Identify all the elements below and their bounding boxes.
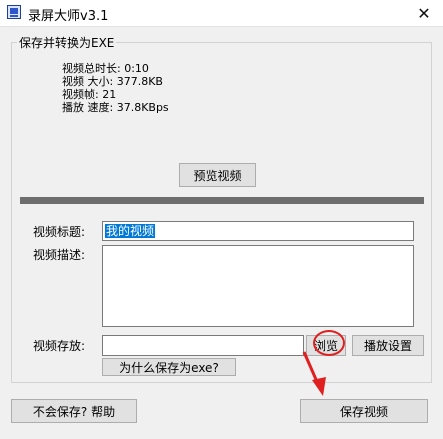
- description-textarea[interactable]: [102, 245, 414, 327]
- close-button[interactable]: ✕: [405, 0, 443, 26]
- playback-speed: 播放 速度: 37.8KBps: [62, 101, 169, 114]
- title-input-value: 我的视频: [105, 224, 156, 238]
- app-icon: [7, 5, 21, 19]
- separator-bar: [20, 197, 424, 204]
- title-input[interactable]: 我的视频: [102, 221, 414, 241]
- why-save-exe-button[interactable]: 为什么保存为exe?: [102, 358, 236, 376]
- save-path-input[interactable]: [102, 335, 304, 356]
- group-title: 保存并转换为EXE: [17, 34, 117, 51]
- description-label: 视频描述:: [33, 248, 86, 262]
- video-frames: 视频帧: 21: [62, 88, 117, 101]
- video-size: 视频 大小: 377.8KB: [62, 75, 163, 88]
- path-label: 视频存放:: [33, 339, 86, 353]
- playback-settings-button[interactable]: 播放设置: [352, 335, 424, 356]
- title-label: 视频标题:: [33, 225, 86, 239]
- video-duration: 视频总时长: 0:10: [62, 62, 149, 75]
- preview-video-button[interactable]: 预览视频: [179, 163, 256, 187]
- save-video-button[interactable]: 保存视频: [300, 399, 428, 423]
- window-title: 录屏大师v3.1: [28, 9, 109, 24]
- help-button[interactable]: 不会保存? 帮助: [11, 399, 137, 423]
- arrow-down-icon: [302, 351, 326, 396]
